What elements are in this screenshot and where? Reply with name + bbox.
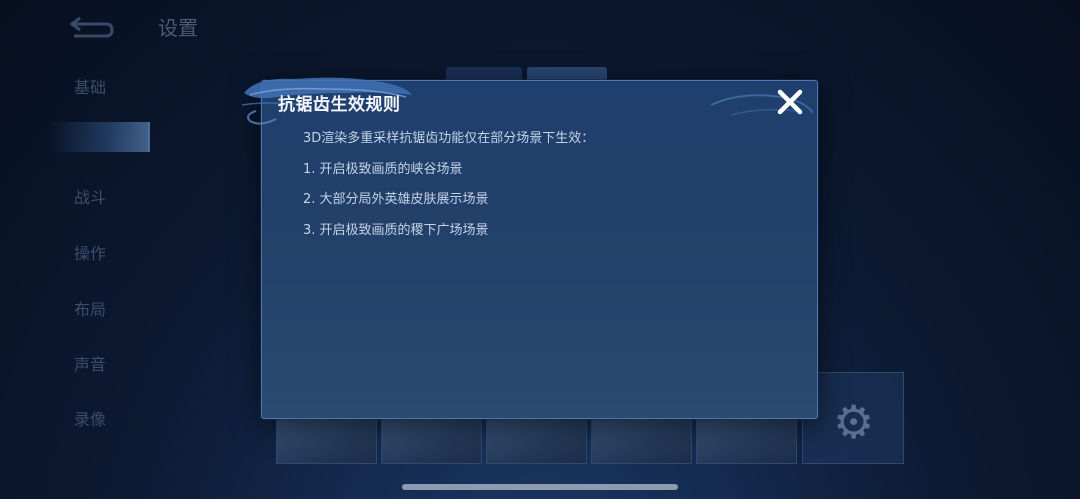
back-arrow-icon (69, 16, 114, 38)
sidebar-item-replay[interactable]: 录像 (74, 406, 106, 430)
preset-thumbnail[interactable] (696, 418, 797, 464)
preset-thumbnail[interactable] (276, 418, 377, 464)
preset-thumbnail[interactable] (591, 418, 692, 464)
sidebar-item-sound[interactable]: 声音 (74, 351, 106, 375)
back-button[interactable] (66, 12, 118, 42)
home-indicator[interactable] (402, 484, 678, 490)
preset-thumbnail[interactable] (486, 418, 587, 464)
page-title: 设置 (158, 16, 198, 40)
sidebar-item-battle[interactable]: 战斗 (74, 184, 106, 208)
rule-item-2: 2. 大部分局外英雄皮肤展示场景 (303, 192, 489, 207)
close-icon (777, 89, 803, 115)
dialog-title: 抗锯齿生效规则 (278, 95, 401, 115)
gear-icon: ⚙ (833, 395, 875, 449)
sidebar-item-basic[interactable]: 基础 (74, 74, 106, 98)
anti-aliasing-rules-dialog: 抗锯齿生效规则 3D渲染多重采样抗锯齿功能仅在部分场景下生效： 1. 开启极致画… (241, 77, 818, 419)
sidebar-item-graphics[interactable]: 画面 (74, 130, 106, 154)
rule-intro: 3D渲染多重采样抗锯齿功能仅在部分场景下生效： (303, 131, 595, 146)
sidebar-item-layout[interactable]: 布局 (74, 296, 106, 320)
dialog-body: 3D渲染多重采样抗锯齿功能仅在部分场景下生效： 1. 开启极致画质的峡谷场景 2… (303, 131, 797, 253)
rule-item-1: 1. 开启极致画质的峡谷场景 (303, 161, 463, 177)
preset-thumbnail[interactable] (381, 418, 482, 464)
sidebar-item-controls[interactable]: 操作 (74, 240, 106, 264)
rule-item-3: 3. 开启极致画质的稷下广场场景 (303, 222, 489, 238)
close-button[interactable] (775, 87, 805, 117)
